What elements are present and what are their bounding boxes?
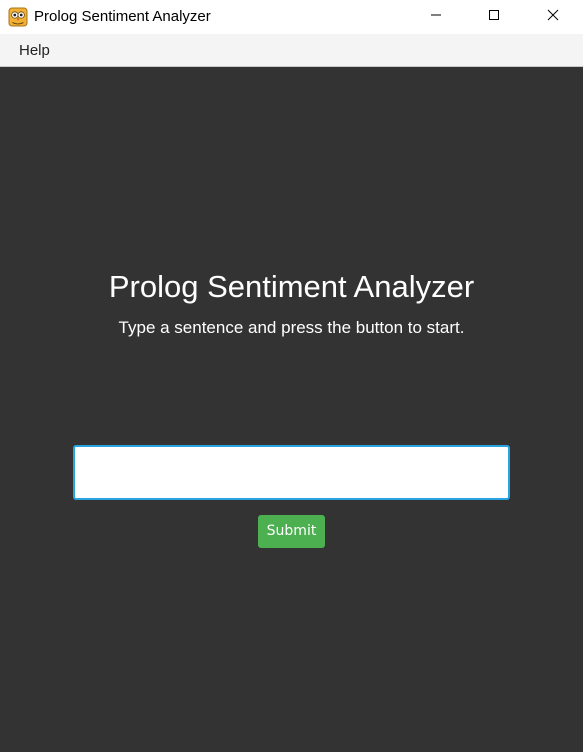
menu-item-help[interactable]: Help [10, 39, 59, 63]
main-content: Prolog Sentiment Analyzer Type a sentenc… [0, 67, 583, 752]
minimize-button[interactable] [407, 0, 465, 34]
maximize-icon [488, 8, 500, 26]
window-title: Prolog Sentiment Analyzer [34, 8, 211, 25]
menu-bar: Help [0, 34, 583, 67]
app-window: Prolog Sentiment Analyzer Help Prolog Se… [0, 0, 583, 752]
maximize-button[interactable] [465, 0, 523, 34]
title-bar[interactable]: Prolog Sentiment Analyzer [0, 0, 583, 34]
prolog-owl-icon [8, 7, 28, 27]
submit-button[interactable]: Submit [258, 515, 325, 548]
minimize-icon [430, 8, 442, 26]
close-button[interactable] [524, 0, 582, 34]
instructions-text: Type a sentence and press the button to … [118, 318, 465, 337]
close-icon [547, 8, 559, 26]
sentence-input[interactable] [73, 445, 510, 500]
page-title: Prolog Sentiment Analyzer [108, 269, 475, 304]
